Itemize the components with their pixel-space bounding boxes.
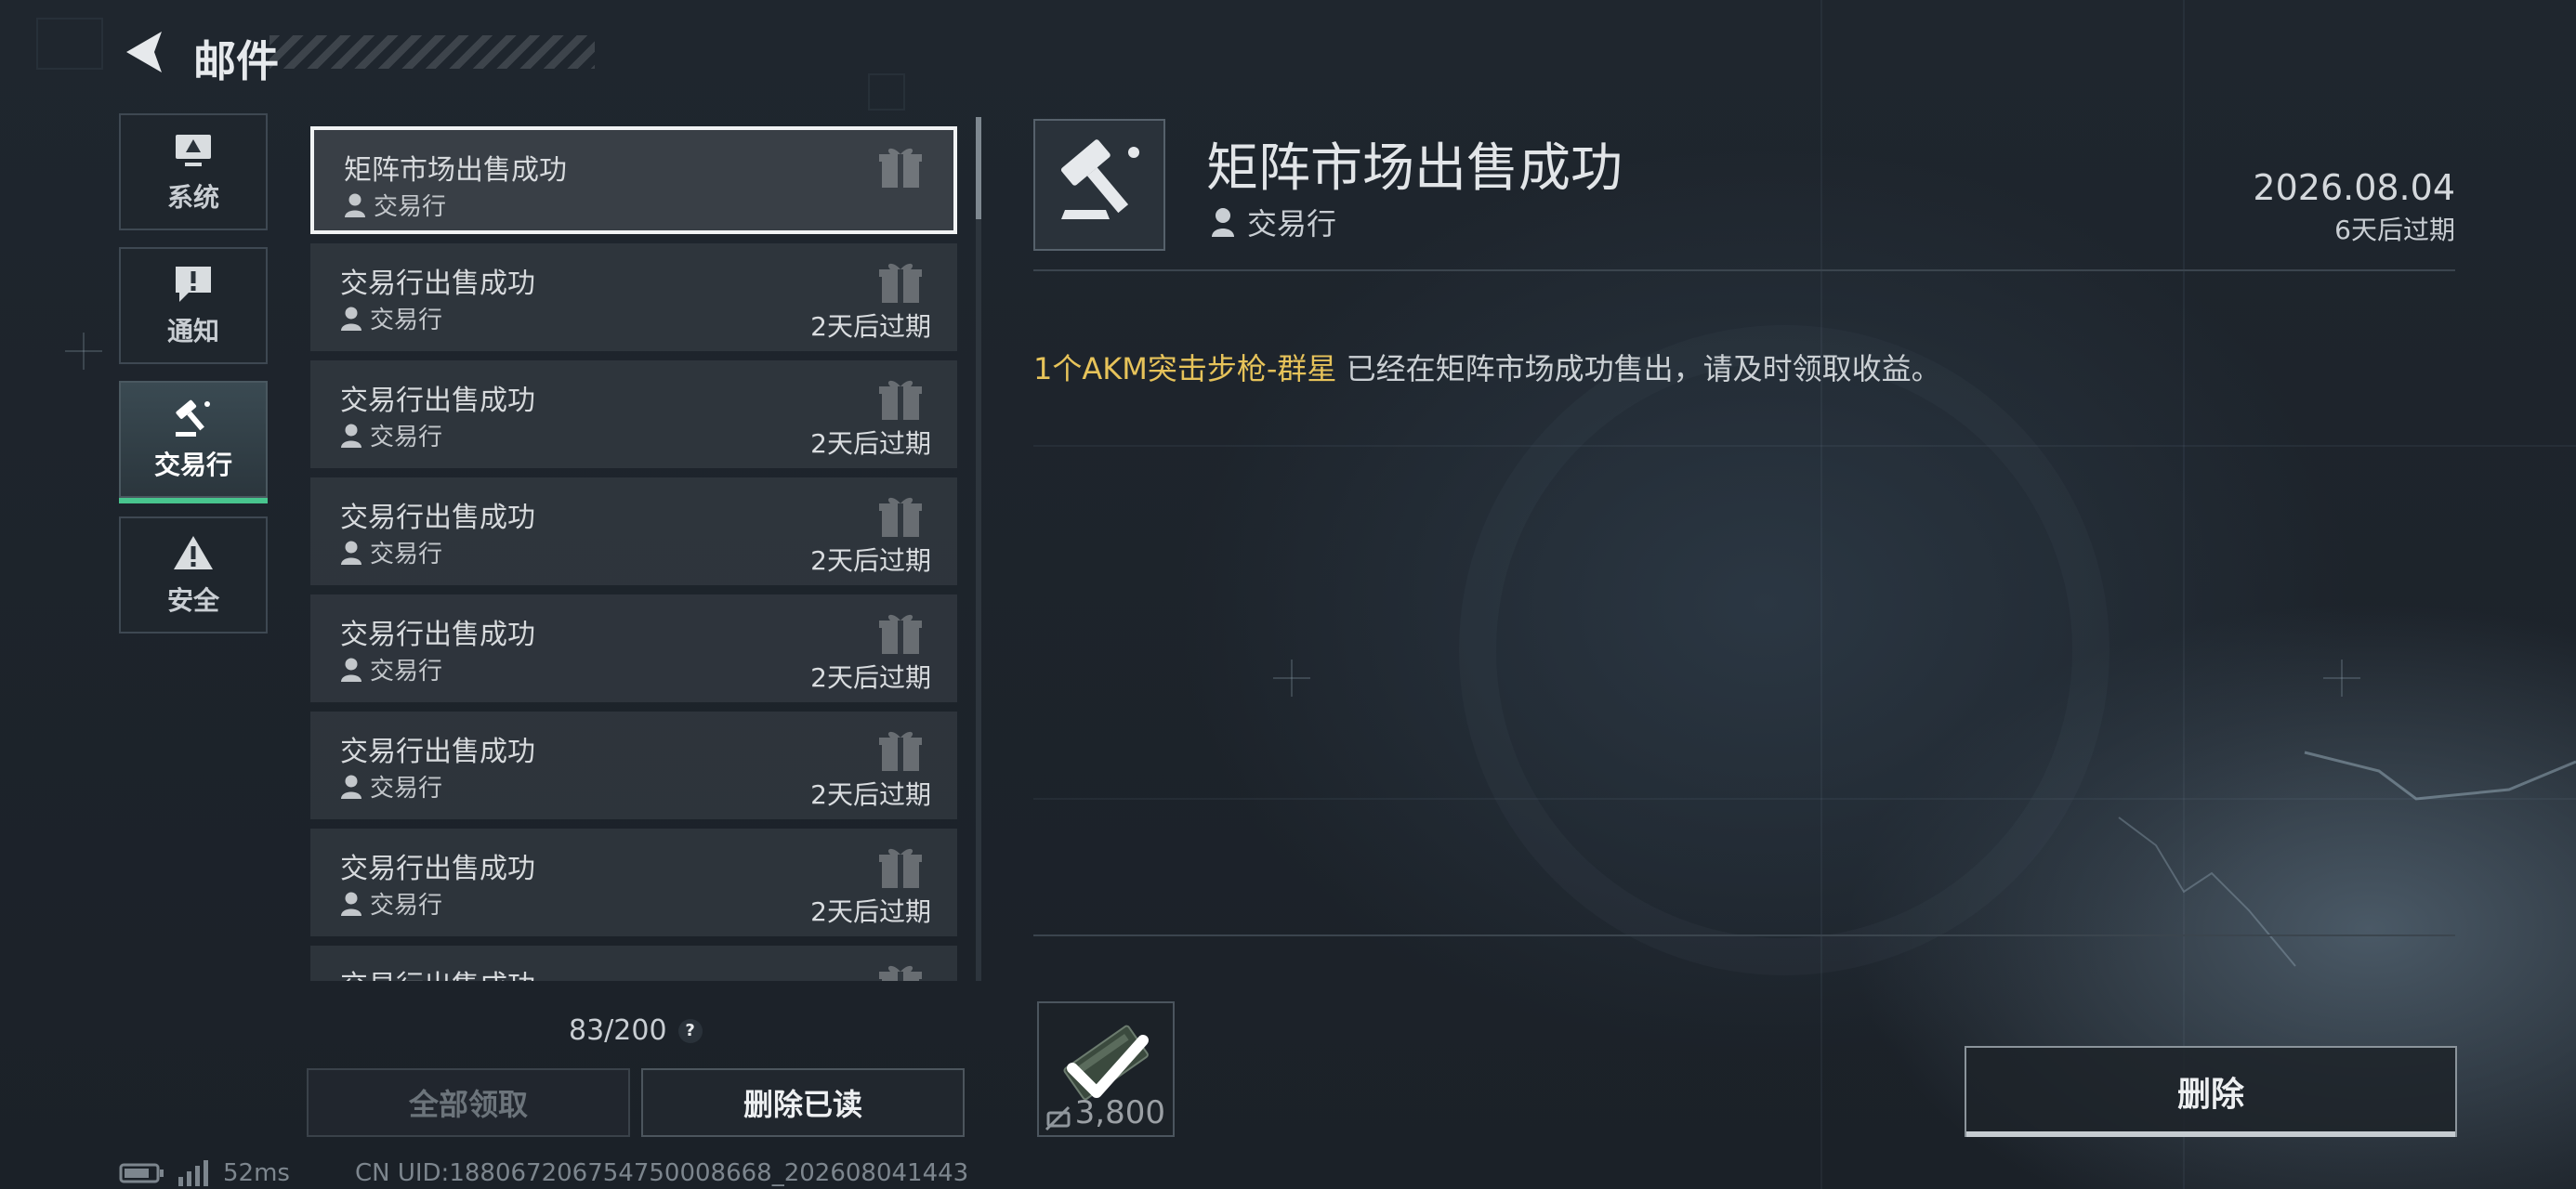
user-icon — [341, 541, 361, 565]
mail-subject: 交易行出售成功 — [340, 385, 535, 417]
mail-sender-name: 交易行 — [370, 307, 443, 334]
mail-sender: 交易行 — [344, 188, 446, 222]
battery-icon — [119, 1163, 164, 1183]
mail-subject: 交易行出售成功 — [340, 736, 535, 768]
mail-expiry: 2天后过期 — [810, 428, 931, 459]
attachment-item[interactable]: 3,800 — [1037, 1001, 1175, 1137]
gavel-icon — [1060, 139, 1139, 219]
mail-sender-name: 交易行 — [1247, 206, 1337, 242]
mail-sender-name: 交易行 — [370, 541, 443, 568]
page-title: 邮件 — [193, 36, 279, 86]
mail-expiry: 2天后过期 — [810, 779, 931, 810]
gavel-icon — [176, 399, 210, 437]
delete-read-button[interactable]: 删除已读 — [641, 1068, 965, 1137]
tab-label: 交易行 — [153, 450, 232, 480]
mail-expiry: 2天后过期 — [810, 896, 931, 927]
tab-security[interactable]: 安全 — [119, 516, 268, 634]
mail-subject: 交易行出售成功 — [340, 268, 535, 300]
mail-sender: 交易行 — [340, 418, 442, 452]
mail-sender: 交易行 — [340, 652, 442, 686]
tab-label: 安全 — [166, 585, 219, 616]
user-icon — [345, 193, 365, 217]
monitor-icon — [176, 135, 211, 166]
list-scrollbar[interactable] — [976, 117, 981, 981]
mail-expiry: 2天后过期 — [810, 311, 931, 342]
user-icon — [341, 658, 361, 682]
mail-item[interactable]: 矩阵市场出售成功交易行 — [310, 126, 957, 234]
gift-icon — [879, 731, 922, 771]
ping-text: 52ms — [223, 1159, 290, 1187]
mail-item[interactable]: 交易行出售成功交易行 2天后过期 — [310, 594, 957, 702]
mail-item[interactable]: 交易行出售成功交易行 2天后过期 — [310, 712, 957, 819]
mail-sender: 交易行 — [340, 886, 442, 921]
mail-date: 2026.08.04 — [2253, 167, 2455, 208]
gift-icon — [879, 848, 922, 888]
attachment-value: 3,800 — [1074, 1094, 1165, 1131]
mail-count: 83/200 ? — [569, 1014, 703, 1047]
mail-body: 1个AKM突击步枪-群星 已经在矩阵市场成功售出，请及时领取收益。 — [1033, 346, 1941, 388]
mail-sender-name: 交易行 — [370, 892, 443, 920]
notice-icon — [176, 267, 211, 302]
gift-icon — [879, 497, 922, 537]
header-decoration — [269, 35, 595, 69]
tab-label: 系统 — [166, 182, 219, 213]
mail-item[interactable]: 交易行出售成功交易行 2天后过期 — [310, 829, 957, 936]
gift-icon — [879, 965, 922, 981]
mail-subject: 交易行出售成功 — [340, 502, 535, 534]
back-arrow-icon — [126, 32, 162, 72]
tab-notice[interactable]: 通知 — [119, 247, 268, 364]
mail-type-icon — [1033, 119, 1165, 251]
warning-icon — [174, 536, 213, 569]
mail-sender: 交易行 — [340, 769, 442, 804]
mail-count-text: 83/200 — [569, 1014, 667, 1047]
tab-system[interactable]: 系统 — [119, 113, 268, 230]
mail-sender: 交易行 — [340, 535, 442, 569]
mail-title: 矩阵市场出售成功 — [1206, 138, 1623, 199]
gift-icon — [879, 148, 922, 188]
mail-item[interactable]: 交易行出售成功交易行 2天后过期 — [310, 360, 957, 468]
user-icon — [341, 892, 361, 916]
gift-icon — [879, 380, 922, 420]
mail-sender-name: 交易行 — [370, 775, 443, 803]
user-icon — [341, 424, 361, 448]
gift-icon — [879, 614, 922, 654]
user-icon — [1212, 208, 1234, 237]
tab-trade[interactable]: 交易行 — [119, 381, 268, 503]
back-button[interactable] — [119, 26, 171, 78]
mail-subject: 交易行出售成功 — [340, 962, 535, 981]
mail-item[interactable]: 交易行出售成功交易行 2天后过期 — [310, 477, 957, 585]
uid-text: CN UID:188067206754750008668_20260804144… — [354, 1159, 969, 1187]
mail-subject: 交易行出售成功 — [340, 619, 535, 651]
mail-item[interactable]: 交易行出售成功交易行 — [310, 946, 957, 981]
mail-sender-name: 交易行 — [370, 424, 443, 451]
divider — [1033, 269, 2455, 271]
help-icon[interactable]: ? — [677, 1018, 703, 1043]
mail-sender: 交易行 — [340, 301, 442, 335]
mail-item[interactable]: 交易行出售成功交易行 2天后过期 — [310, 243, 957, 351]
delete-button[interactable]: 删除 — [1965, 1046, 2457, 1137]
list-scrollbar-thumb[interactable] — [976, 117, 981, 219]
mail-sender: 交易行 — [1210, 201, 1336, 243]
mail-expiry: 2天后过期 — [810, 662, 931, 693]
mail-expiry: 6天后过期 — [2334, 215, 2455, 245]
signal-icon — [178, 1160, 208, 1186]
mail-body-text: 已经在矩阵市场成功售出，请及时领取收益。 — [1336, 351, 1941, 386]
mail-expiry: 2天后过期 — [810, 545, 931, 576]
claim-all-button[interactable]: 全部领取 — [307, 1068, 630, 1137]
mail-subject: 矩阵市场出售成功 — [344, 154, 567, 187]
mail-subject: 交易行出售成功 — [340, 853, 535, 885]
gift-icon — [879, 263, 922, 303]
mail-sender-name: 交易行 — [370, 658, 443, 686]
mail-body-item: 1个AKM突击步枪-群星 — [1033, 351, 1337, 386]
tab-label: 通知 — [166, 316, 219, 346]
user-icon — [341, 307, 361, 331]
status-bar: 52ms CN UID:188067206754750008668_202608… — [119, 1159, 968, 1187]
divider — [1033, 934, 2455, 936]
user-icon — [341, 775, 361, 799]
mail-sender-name: 交易行 — [374, 193, 447, 221]
mail-list[interactable]: 矩阵市场出售成功 交易行 交易行出售成功 交易行 2天后过期 交易行出售成功 交易行 2天后过… — [310, 126, 957, 981]
